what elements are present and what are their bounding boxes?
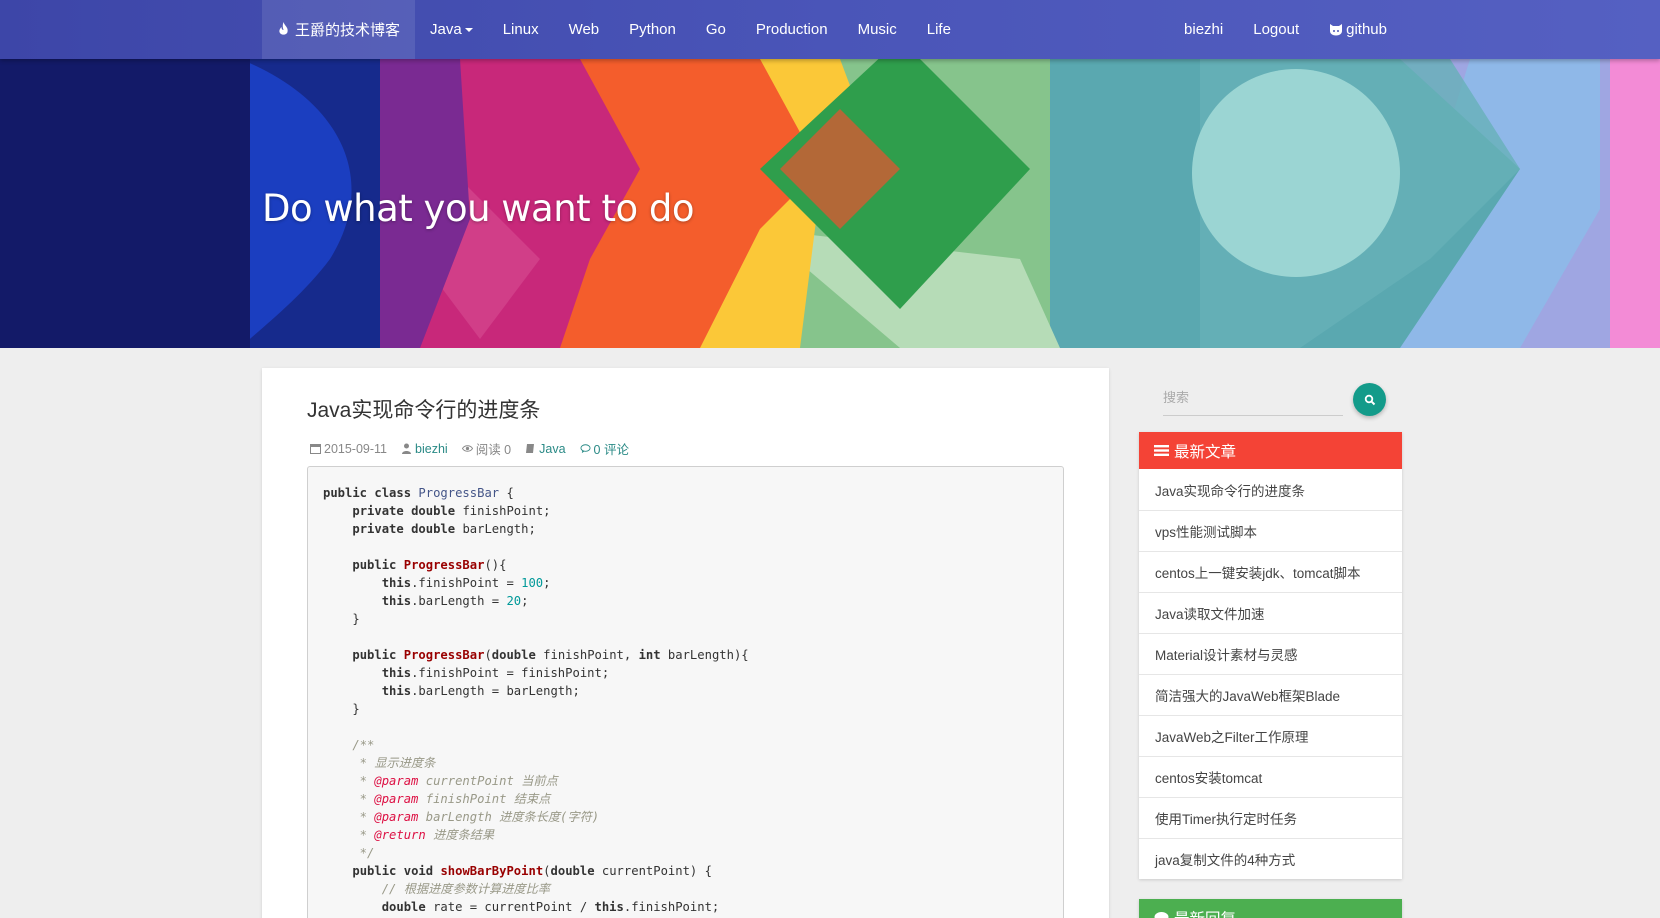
recent-post-item[interactable]: 使用Timer执行定时任务 xyxy=(1139,797,1402,838)
recent-post-item[interactable]: Java读取文件加速 xyxy=(1139,592,1402,633)
code-line: * @param barLength 进度条长度(字符) xyxy=(323,810,600,824)
hero-title: Do what you want to do xyxy=(262,187,694,230)
recent-post-item[interactable]: centos上一键安装jdk、tomcat脚本 xyxy=(1139,551,1402,592)
brand-title: 王爵的技术博客 xyxy=(295,22,401,39)
nav-web[interactable]: Web xyxy=(554,0,615,59)
post-reads: 阅读 0 xyxy=(461,439,512,458)
code-line: public ProgressBar(double finishPoint, i… xyxy=(352,648,749,662)
calendar-icon xyxy=(310,444,321,454)
recent-posts-title: 最新文章 xyxy=(1174,443,1237,461)
code-line: /** xyxy=(352,738,375,752)
post-comments-link[interactable]: 0 评论 xyxy=(594,439,629,458)
code-line: this.barLength = barLength; xyxy=(381,684,580,698)
flame-icon xyxy=(279,22,288,35)
book-icon xyxy=(526,444,535,453)
navbar: 王爵的技术博客 Java Linux Web Python Go Product… xyxy=(0,0,1660,59)
hero-banner: Do what you want to do xyxy=(0,59,1660,348)
recent-replies-widget: 最新回复 xyxy=(1139,899,1402,918)
code-line: private double finishPoint; xyxy=(352,504,551,518)
hero-background-art xyxy=(0,59,1660,348)
code-line: public ProgressBar(){ xyxy=(352,558,507,572)
nav-github[interactable]: github xyxy=(1314,0,1402,59)
search-input[interactable] xyxy=(1163,382,1343,412)
code-line: this.finishPoint = 100; xyxy=(381,576,551,590)
recent-replies-header: 最新回复 xyxy=(1139,899,1402,918)
code-line: */ xyxy=(323,846,375,860)
search-button[interactable] xyxy=(1353,383,1386,416)
code-line: } xyxy=(323,612,360,626)
post-date-text: 2015-09-11 xyxy=(324,441,388,456)
code-line: private double barLength; xyxy=(352,522,536,536)
recent-posts-header: 最新文章 xyxy=(1139,432,1402,469)
github-label: github xyxy=(1346,21,1387,38)
code-line: * @param currentPoint 当前点 xyxy=(323,774,558,788)
nav-life[interactable]: Life xyxy=(912,0,966,59)
recent-post-item[interactable]: 简洁强大的JavaWeb框架Blade xyxy=(1139,674,1402,715)
code-block: public class ProgressBar { private doubl… xyxy=(307,466,1064,918)
nav-python[interactable]: Python xyxy=(614,0,691,59)
post-reads-text: 阅读 0 xyxy=(475,443,512,457)
brand-link[interactable]: 王爵的技术博客 xyxy=(262,0,416,59)
post-author[interactable]: biezhi xyxy=(401,442,448,456)
post-title[interactable]: Java实现命令行的进度条 xyxy=(307,394,540,424)
code-line: public class ProgressBar { xyxy=(323,486,514,500)
nav-linux[interactable]: Linux xyxy=(488,0,554,59)
code-line: this.finishPoint = finishPoint; xyxy=(381,666,610,680)
list-icon xyxy=(1154,445,1169,456)
nav-logout[interactable]: Logout xyxy=(1238,0,1314,59)
nav-java-label: Java xyxy=(430,21,462,38)
recent-posts-widget: 最新文章 Java实现命令行的进度条 vps性能测试脚本 centos上一键安装… xyxy=(1139,432,1402,879)
code-line: public void showBarByPoint(double curren… xyxy=(352,864,712,878)
post-comments[interactable]: 0 评论 xyxy=(579,439,629,458)
code-line: this.barLength = 20; xyxy=(381,594,529,608)
nav-java-dropdown[interactable]: Java xyxy=(415,0,488,59)
post-date: 2015-09-11 xyxy=(310,442,387,456)
search-icon xyxy=(1364,394,1375,405)
recent-post-item[interactable]: Java实现命令行的进度条 xyxy=(1139,469,1402,510)
nav-music[interactable]: Music xyxy=(843,0,912,59)
recent-post-item[interactable]: centos安装tomcat xyxy=(1139,756,1402,797)
eye-icon xyxy=(461,445,473,452)
code-line: double rate = currentPoint / this.finish… xyxy=(381,900,720,914)
github-icon xyxy=(1330,24,1343,36)
user-icon xyxy=(402,443,412,454)
post-card: Java实现命令行的进度条 2015-09-11 biezhi 阅读 0 Jav… xyxy=(262,368,1109,918)
recent-post-item[interactable]: vps性能测试脚本 xyxy=(1139,510,1402,551)
recent-replies-title: 最新回复 xyxy=(1174,907,1236,918)
post-author-link[interactable]: biezhi xyxy=(415,442,448,456)
post-meta: 2015-09-11 biezhi 阅读 0 Java 0 评论 xyxy=(310,439,643,458)
nav-user[interactable]: biezhi xyxy=(1169,0,1238,59)
code-line: * 显示进度条 xyxy=(323,756,436,770)
comment-icon xyxy=(1154,912,1169,918)
post-category[interactable]: Java xyxy=(525,442,566,456)
recent-post-item[interactable]: JavaWeb之Filter工作原理 xyxy=(1139,715,1402,756)
nav-go[interactable]: Go xyxy=(691,0,741,59)
post-category-link[interactable]: Java xyxy=(539,442,565,456)
recent-posts-list: Java实现命令行的进度条 vps性能测试脚本 centos上一键安装jdk、t… xyxy=(1139,469,1402,879)
nav-production[interactable]: Production xyxy=(741,0,843,59)
comments-icon xyxy=(579,444,591,454)
search-field xyxy=(1163,382,1343,416)
caret-down-icon xyxy=(464,27,473,32)
code-line: * @return 进度条结果 xyxy=(323,828,495,842)
code-line: // 根据进度参数计算进度比率 xyxy=(381,882,550,896)
code-line: } xyxy=(323,702,360,716)
code-line: * @param finishPoint 结束点 xyxy=(323,792,551,806)
recent-post-item[interactable]: Material设计素材与灵感 xyxy=(1139,633,1402,674)
recent-post-item[interactable]: java复制文件的4种方式 xyxy=(1139,838,1402,879)
